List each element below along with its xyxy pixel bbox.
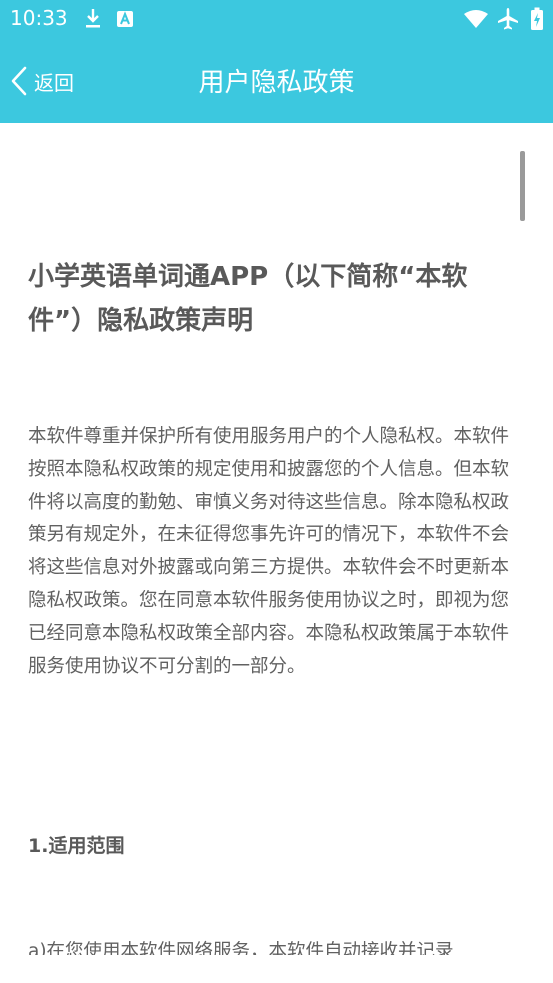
document-title: 小学英语单词通APP（以下简称“本软件”）隐私政策声明 <box>28 262 468 336</box>
download-icon <box>86 9 100 28</box>
privacy-policy-content[interactable]: 小学英语单词通APP（以下简称“本软件”）隐私政策声明 本软件尊重并保护所有使用… <box>0 123 553 955</box>
section-paragraph-partial: a)在您使用本软件网络服务，本软件自动接收并记录 <box>28 941 454 955</box>
airplane-icon <box>498 8 518 30</box>
battery-icon <box>531 7 543 30</box>
wifi-icon <box>464 10 488 28</box>
section-heading-scope: 1.适用范围 <box>28 835 125 857</box>
page-title: 用户隐私政策 <box>198 68 355 98</box>
bottom-area <box>0 955 553 983</box>
back-button[interactable]: 返回 <box>10 64 74 98</box>
scrollbar-thumb[interactable] <box>520 151 525 221</box>
app-header: 返回 用户隐私政策 <box>0 38 553 123</box>
app-notification-icon <box>117 11 133 27</box>
status-time: 10:33 <box>10 6 68 30</box>
back-label: 返回 <box>34 70 74 95</box>
intro-paragraph: 本软件尊重并保护所有使用服务用户的个人隐私权。本软件按照本隐私权政策的规定使用和… <box>28 426 510 677</box>
status-bar: 10:33 <box>0 0 553 38</box>
chevron-left-icon <box>11 66 27 96</box>
